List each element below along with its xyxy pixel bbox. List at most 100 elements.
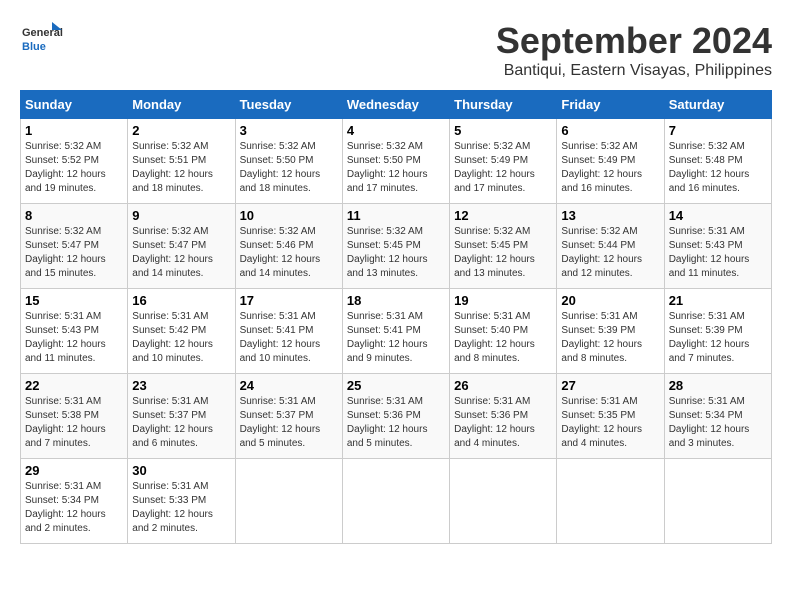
logo-svg: General Blue <box>20 20 64 60</box>
calendar-cell: 11 Sunrise: 5:32 AMSunset: 5:45 PMDayligh… <box>342 204 449 289</box>
day-number: 6 <box>561 123 659 138</box>
calendar-cell: 8 Sunrise: 5:32 AMSunset: 5:47 PMDaylight… <box>21 204 128 289</box>
calendar-cell: 27Sunrise: 5:31 AMSunset: 5:35 PMDayligh… <box>557 374 664 459</box>
calendar-cell: 3 Sunrise: 5:32 AMSunset: 5:50 PMDaylight… <box>235 119 342 204</box>
calendar-cell: 13 Sunrise: 5:32 AMSunset: 5:44 PMDayligh… <box>557 204 664 289</box>
day-info: Sunrise: 5:31 AMSunset: 5:43 PMDaylight:… <box>25 310 123 366</box>
logo: General Blue <box>20 20 64 60</box>
calendar-cell <box>342 459 449 544</box>
column-header-saturday: Saturday <box>664 91 771 119</box>
calendar-week-row: 29 Sunrise: 5:31 AMSunset: 5:34 PMDayligh… <box>21 459 772 544</box>
day-info: Sunrise: 5:31 AMSunset: 5:34 PMDaylight:… <box>25 480 123 536</box>
calendar-cell: 24 Sunrise: 5:31 AMSunset: 5:37 PMDayligh… <box>235 374 342 459</box>
calendar-cell: 17 Sunrise: 5:31 AMSunset: 5:41 PMDayligh… <box>235 289 342 374</box>
calendar-cell: 25 Sunrise: 5:31 AMSunset: 5:36 PMDayligh… <box>342 374 449 459</box>
day-info: Sunrise: 5:32 AMSunset: 5:49 PMDaylight:… <box>454 140 552 196</box>
day-number: 14 <box>669 208 767 223</box>
svg-text:Blue: Blue <box>22 41 46 53</box>
day-info: Sunrise: 5:32 AMSunset: 5:50 PMDaylight:… <box>347 140 445 196</box>
day-number: 10 <box>240 208 338 223</box>
calendar-cell: 26 Sunrise: 5:31 AMSunset: 5:36 PMDayligh… <box>450 374 557 459</box>
calendar-cell: 16Sunrise: 5:31 AMSunset: 5:42 PMDayligh… <box>128 289 235 374</box>
calendar-cell: 12Sunrise: 5:32 AMSunset: 5:45 PMDayligh… <box>450 204 557 289</box>
day-number: 18 <box>347 293 445 308</box>
column-header-thursday: Thursday <box>450 91 557 119</box>
day-info: Sunrise: 5:31 AMSunset: 5:37 PMDaylight:… <box>132 395 230 451</box>
day-number: 1 <box>25 123 123 138</box>
calendar-cell: 28Sunrise: 5:31 AMSunset: 5:34 PMDayligh… <box>664 374 771 459</box>
calendar-cell <box>664 459 771 544</box>
calendar-cell: 4 Sunrise: 5:32 AMSunset: 5:50 PMDaylight… <box>342 119 449 204</box>
day-number: 17 <box>240 293 338 308</box>
month-title: September 2024 <box>496 20 772 62</box>
calendar-cell: 5 Sunrise: 5:32 AMSunset: 5:49 PMDaylight… <box>450 119 557 204</box>
day-info: Sunrise: 5:32 AMSunset: 5:49 PMDaylight:… <box>561 140 659 196</box>
day-info: Sunrise: 5:32 AMSunset: 5:46 PMDaylight:… <box>240 225 338 281</box>
day-number: 24 <box>240 378 338 393</box>
day-number: 5 <box>454 123 552 138</box>
day-number: 28 <box>669 378 767 393</box>
calendar-week-row: 15 Sunrise: 5:31 AMSunset: 5:43 PMDayligh… <box>21 289 772 374</box>
calendar-cell: 9 Sunrise: 5:32 AMSunset: 5:47 PMDaylight… <box>128 204 235 289</box>
day-number: 2 <box>132 123 230 138</box>
day-number: 8 <box>25 208 123 223</box>
day-info: Sunrise: 5:31 AMSunset: 5:41 PMDaylight:… <box>347 310 445 366</box>
calendar-cell: 7Sunrise: 5:32 AMSunset: 5:48 PMDaylight… <box>664 119 771 204</box>
day-info: Sunrise: 5:32 AMSunset: 5:47 PMDaylight:… <box>132 225 230 281</box>
day-number: 29 <box>25 463 123 478</box>
page-header: General Blue September 2024 Bantiqui, Ea… <box>20 20 772 80</box>
day-info: Sunrise: 5:31 AMSunset: 5:42 PMDaylight:… <box>132 310 230 366</box>
day-info: Sunrise: 5:31 AMSunset: 5:40 PMDaylight:… <box>454 310 552 366</box>
calendar-cell: 14 Sunrise: 5:31 AMSunset: 5:43 PMDayligh… <box>664 204 771 289</box>
column-header-monday: Monday <box>128 91 235 119</box>
day-info: Sunrise: 5:31 AMSunset: 5:39 PMDaylight:… <box>669 310 767 366</box>
day-info: Sunrise: 5:31 AMSunset: 5:39 PMDaylight:… <box>561 310 659 366</box>
day-info: Sunrise: 5:32 AMSunset: 5:44 PMDaylight:… <box>561 225 659 281</box>
day-number: 23 <box>132 378 230 393</box>
day-number: 25 <box>347 378 445 393</box>
calendar-cell: 23 Sunrise: 5:31 AMSunset: 5:37 PMDayligh… <box>128 374 235 459</box>
day-number: 4 <box>347 123 445 138</box>
day-info: Sunrise: 5:32 AMSunset: 5:51 PMDaylight:… <box>132 140 230 196</box>
day-info: Sunrise: 5:31 AMSunset: 5:36 PMDaylight:… <box>347 395 445 451</box>
day-number: 12 <box>454 208 552 223</box>
location-title: Bantiqui, Eastern Visayas, Philippines <box>496 62 772 80</box>
day-info: Sunrise: 5:31 AMSunset: 5:37 PMDaylight:… <box>240 395 338 451</box>
day-number: 13 <box>561 208 659 223</box>
day-info: Sunrise: 5:31 AMSunset: 5:41 PMDaylight:… <box>240 310 338 366</box>
day-number: 11 <box>347 208 445 223</box>
calendar-header-row: SundayMondayTuesdayWednesdayThursdayFrid… <box>21 91 772 119</box>
calendar-cell: 2 Sunrise: 5:32 AMSunset: 5:51 PMDaylight… <box>128 119 235 204</box>
calendar-cell <box>450 459 557 544</box>
calendar-cell: 10 Sunrise: 5:32 AMSunset: 5:46 PMDayligh… <box>235 204 342 289</box>
day-number: 3 <box>240 123 338 138</box>
day-info: Sunrise: 5:32 AMSunset: 5:50 PMDaylight:… <box>240 140 338 196</box>
column-header-friday: Friday <box>557 91 664 119</box>
day-number: 22 <box>25 378 123 393</box>
calendar-week-row: 8 Sunrise: 5:32 AMSunset: 5:47 PMDaylight… <box>21 204 772 289</box>
calendar-cell <box>235 459 342 544</box>
day-info: Sunrise: 5:32 AMSunset: 5:45 PMDaylight:… <box>347 225 445 281</box>
day-info: Sunrise: 5:31 AMSunset: 5:38 PMDaylight:… <box>25 395 123 451</box>
day-info: Sunrise: 5:31 AMSunset: 5:35 PMDaylight:… <box>561 395 659 451</box>
day-number: 26 <box>454 378 552 393</box>
day-number: 21 <box>669 293 767 308</box>
column-header-tuesday: Tuesday <box>235 91 342 119</box>
day-info: Sunrise: 5:31 AMSunset: 5:33 PMDaylight:… <box>132 480 230 536</box>
calendar-week-row: 1 Sunrise: 5:32 AMSunset: 5:52 PMDaylight… <box>21 119 772 204</box>
day-number: 7 <box>669 123 767 138</box>
calendar-cell: 20Sunrise: 5:31 AMSunset: 5:39 PMDayligh… <box>557 289 664 374</box>
calendar-cell: 19 Sunrise: 5:31 AMSunset: 5:40 PMDayligh… <box>450 289 557 374</box>
column-header-sunday: Sunday <box>21 91 128 119</box>
day-info: Sunrise: 5:32 AMSunset: 5:47 PMDaylight:… <box>25 225 123 281</box>
day-info: Sunrise: 5:31 AMSunset: 5:43 PMDaylight:… <box>669 225 767 281</box>
day-number: 15 <box>25 293 123 308</box>
day-number: 9 <box>132 208 230 223</box>
day-info: Sunrise: 5:31 AMSunset: 5:36 PMDaylight:… <box>454 395 552 451</box>
calendar-cell: 29 Sunrise: 5:31 AMSunset: 5:34 PMDayligh… <box>21 459 128 544</box>
day-number: 19 <box>454 293 552 308</box>
column-header-wednesday: Wednesday <box>342 91 449 119</box>
calendar-cell: 1 Sunrise: 5:32 AMSunset: 5:52 PMDaylight… <box>21 119 128 204</box>
day-info: Sunrise: 5:32 AMSunset: 5:52 PMDaylight:… <box>25 140 123 196</box>
title-block: September 2024 Bantiqui, Eastern Visayas… <box>496 20 772 80</box>
